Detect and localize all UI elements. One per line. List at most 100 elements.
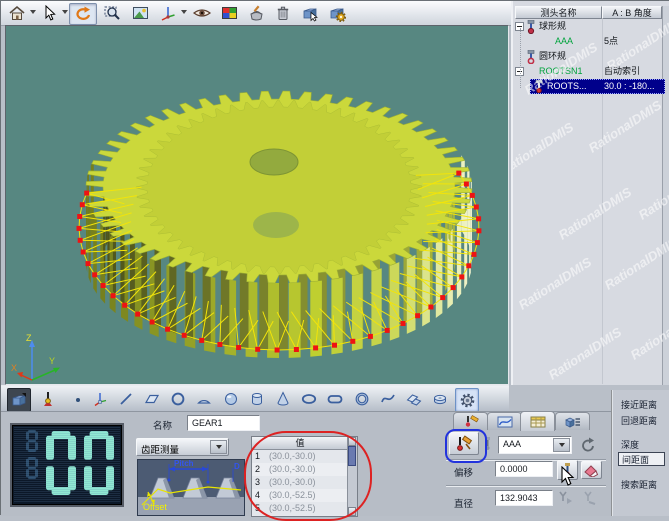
watermark-text: RationalDMIS	[602, 234, 669, 292]
feature-button-disk[interactable]	[429, 388, 451, 410]
viewport-3d[interactable]: ZYX	[5, 25, 509, 385]
feature-button-ellipse[interactable]	[298, 388, 320, 410]
model-icon	[11, 392, 27, 408]
plane-icon	[144, 391, 160, 407]
toolbar-button-select-cursor[interactable]	[38, 3, 60, 23]
tree-item-label: ROOTS...	[547, 79, 587, 94]
feature-button-slot[interactable]	[324, 388, 346, 410]
toolbar-button-delete-trash[interactable]	[272, 3, 294, 23]
table-row[interactable]: 2(30.0,-30.0)	[252, 463, 348, 476]
sphere-icon	[223, 391, 239, 407]
probe-offset-button[interactable]	[557, 460, 578, 480]
diameter-input[interactable]: 132.9043	[495, 490, 553, 506]
tab-report-tab[interactable]	[555, 412, 590, 430]
tab-curve-tab[interactable]	[487, 412, 522, 430]
tree-row[interactable]: ROOTSN1自动索引	[513, 64, 669, 79]
report-tab-icon	[565, 415, 581, 428]
probe-next-icon[interactable]	[557, 491, 574, 511]
param-box-间距面[interactable]: 间距面	[618, 452, 665, 466]
circle-icon	[170, 391, 186, 407]
feature-button-probe-position[interactable]	[37, 388, 59, 410]
probe-select[interactable]: AAA	[498, 436, 572, 454]
tree-row[interactable]: 球形规	[513, 19, 669, 34]
svg-text:Z: Z	[26, 333, 32, 343]
table-row[interactable]: 5(30.0,-52.5)	[252, 502, 348, 515]
name-label: 名称	[153, 418, 172, 432]
feature-button-point[interactable]	[67, 388, 89, 410]
toolbar-button-render-tools[interactable]	[245, 3, 267, 23]
probe-build-button[interactable]	[449, 432, 479, 455]
feature-button-angle-plane[interactable]	[403, 388, 425, 410]
tree-row[interactable]: AAA5点	[513, 34, 669, 49]
param-label: 深度	[621, 438, 639, 451]
tree-row[interactable]: ROOTS...30.0 : -180...	[513, 79, 669, 94]
row-index: 5	[255, 502, 260, 515]
edit-eraser-button[interactable]	[581, 461, 602, 479]
toolbar-button-zoom-region[interactable]	[101, 3, 123, 23]
watermark-text: RationalDMIS	[546, 324, 624, 382]
home-dropdown-caret[interactable]	[30, 10, 36, 14]
path-params-panel: 接近距离回退距离深度间距面搜索距离	[611, 390, 669, 516]
feature-button-circle[interactable]	[167, 388, 189, 410]
toolbar-button-home[interactable]	[6, 3, 28, 23]
table-row[interactable]: 3(30.0,-30.0)	[252, 476, 348, 489]
chevron-down-icon[interactable]	[210, 440, 227, 454]
toolbar-button-visibility-eye[interactable]	[191, 3, 213, 23]
toolbar-button-rotate-view[interactable]	[69, 3, 97, 25]
main-toolbar	[1, 1, 511, 26]
table-row[interactable]: 4(30.0,-52.5)	[252, 489, 348, 502]
tab-table-tab[interactable]	[520, 411, 555, 431]
pitch-label: Pitch	[174, 459, 194, 468]
offset-input[interactable]: 0.0000	[495, 461, 553, 477]
probe-position-icon	[40, 391, 56, 407]
tree-column-probe-name[interactable]: 测头名称	[515, 6, 602, 19]
scroll-thumb[interactable]	[348, 446, 356, 466]
toolbar-button-model-settings[interactable]	[326, 3, 348, 23]
row-index: 3	[255, 476, 260, 489]
refresh-icon[interactable]	[579, 436, 598, 460]
toolbar-button-select-model[interactable]	[299, 3, 321, 23]
value-table-header[interactable]: 值	[252, 437, 348, 450]
feature-button-torus[interactable]	[351, 388, 373, 410]
tab-probe-tab[interactable]	[453, 412, 488, 430]
measure-mode-value: 齿距测量	[141, 442, 179, 456]
tree-item-label: ROOTSN1	[539, 64, 583, 79]
value-table[interactable]: 值 1(30.0,-30.0)2(30.0,-30.0)3(30.0,-30.0…	[251, 436, 358, 517]
axes-view-dropdown-caret[interactable]	[181, 10, 187, 14]
tree-column-angle[interactable]: A : B 角度	[602, 6, 662, 19]
name-input[interactable]: GEAR1	[187, 415, 260, 431]
value-table-scrollbar[interactable]	[347, 437, 357, 516]
d-label: D	[234, 462, 240, 471]
table-row[interactable]: 1(30.0,-30.0)	[252, 450, 348, 463]
feature-button-line[interactable]	[115, 388, 137, 410]
line-icon	[118, 391, 134, 407]
toolbar-button-fit-view[interactable]	[129, 3, 151, 23]
offset-label: Offset	[143, 502, 167, 512]
feature-button-cone[interactable]	[272, 388, 294, 410]
feature-button-gear[interactable]	[455, 388, 479, 412]
rotate-view-icon	[75, 6, 92, 22]
probe-tool-icon	[534, 80, 544, 98]
measure-mode-select[interactable]: 齿距测量	[136, 438, 229, 456]
chevron-down-icon[interactable]	[553, 438, 570, 452]
feature-button-coordinate-system[interactable]	[89, 388, 111, 410]
toolbar-button-axes-view[interactable]	[157, 3, 179, 23]
gear-model: ZYX	[6, 26, 508, 384]
param-label: 搜索距离	[621, 478, 657, 491]
watermark-text: RationalDMIS	[516, 254, 594, 312]
feature-button-curve[interactable]	[377, 388, 399, 410]
select-cursor-dropdown-caret[interactable]	[62, 10, 68, 14]
cylinder-icon	[249, 391, 265, 407]
feature-button-arc[interactable]	[193, 388, 215, 410]
feature-button-cylinder[interactable]	[246, 388, 268, 410]
feature-button-sphere[interactable]	[220, 388, 242, 410]
feature-button-model[interactable]	[7, 388, 31, 412]
row-index: 4	[255, 489, 260, 502]
offset-label: 偏移	[454, 465, 473, 479]
toolbar-button-color-palette[interactable]	[218, 3, 240, 23]
feature-toolbar	[1, 385, 509, 413]
feature-button-plane[interactable]	[141, 388, 163, 410]
tree-row[interactable]: 圆环规	[513, 49, 669, 64]
scroll-up-icon[interactable]	[348, 437, 356, 446]
probe-prev-icon[interactable]	[581, 491, 598, 511]
